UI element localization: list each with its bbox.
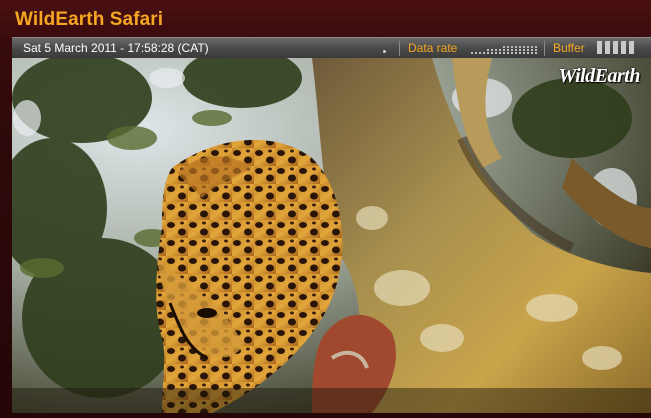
status-bar: Sat 5 March 2011 - 17:58:28 (CAT) Data r… bbox=[12, 37, 651, 58]
page-title: WildEarth Safari bbox=[15, 9, 164, 30]
video-stream[interactable]: WildEarth bbox=[12, 58, 651, 413]
live-indicator-icon bbox=[383, 50, 386, 53]
player-header: WildEarth Safari bbox=[0, 0, 651, 38]
buffer-level-icon bbox=[597, 41, 634, 54]
wildearth-logo: WildEarth bbox=[558, 65, 641, 87]
data-rate-label: Data rate bbox=[408, 41, 458, 55]
video-frame-image bbox=[12, 58, 651, 413]
player-frame: WildEarth Safari Sat 5 March 2011 - 17:5… bbox=[0, 0, 651, 418]
divider bbox=[544, 41, 545, 56]
buffer-label: Buffer bbox=[553, 41, 585, 55]
data-rate-meter-icon bbox=[471, 44, 539, 54]
divider bbox=[399, 41, 400, 56]
stream-datetime: Sat 5 March 2011 - 17:58:28 (CAT) bbox=[23, 41, 209, 55]
